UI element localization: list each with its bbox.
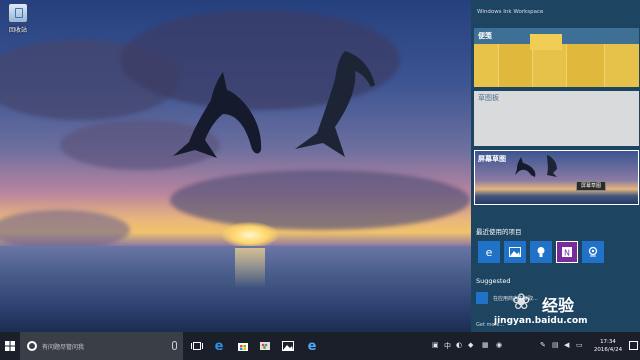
task-view-icon xyxy=(191,342,203,350)
recent-maps-tile[interactable] xyxy=(582,241,604,263)
screen-sketch-tooltip: 屏幕草图 xyxy=(576,181,606,191)
ink-workspace-icon[interactable]: ✎ xyxy=(540,341,546,349)
baidu-jingyan-watermark: ❀ 经验 jingyan.baidu.com xyxy=(486,288,640,332)
sticky-note xyxy=(566,44,604,87)
ink-workspace-title: Windows Ink Workspace xyxy=(477,9,544,15)
recycle-bin-label: 回收站 xyxy=(8,27,27,34)
taskbar-edge-button[interactable]: e xyxy=(210,337,228,355)
dolphin-right xyxy=(295,51,375,157)
wallpaper-cloud xyxy=(170,170,470,230)
input-indicator[interactable]: 中 xyxy=(444,341,451,351)
tips-icon xyxy=(537,247,545,257)
watermark-brand: 经验 xyxy=(542,296,575,315)
dolphin-left xyxy=(173,72,262,158)
wallpaper-cloud xyxy=(0,210,130,250)
sketchpad-label: 草图板 xyxy=(478,94,499,102)
sticky-notes-label: 便笺 xyxy=(478,32,492,40)
sun xyxy=(222,222,278,248)
taskbar-ie-button[interactable]: e xyxy=(303,337,321,355)
system-tray: ▣ 中 ◐ ◆ ▦ ◉ ✎ ▤ ◀ ▭ 17:34 2016/4/24 xyxy=(430,332,640,360)
onenote-icon: N xyxy=(562,247,572,258)
edge-icon: e xyxy=(485,245,493,259)
tray-icon[interactable]: ◉ xyxy=(496,341,502,349)
internet-explorer-icon: e xyxy=(307,338,317,354)
edge-icon: e xyxy=(214,338,224,354)
tray-icon[interactable]: ◐ xyxy=(456,341,462,349)
svg-text:N: N xyxy=(564,249,570,258)
taskbar-store-button[interactable] xyxy=(234,337,252,355)
maps-icon xyxy=(588,246,598,257)
keyboard-icon[interactable]: ▭ xyxy=(576,341,583,349)
action-center-icon[interactable] xyxy=(629,341,638,350)
sticky-note xyxy=(532,44,566,87)
task-view-button[interactable] xyxy=(188,337,206,355)
store-icon xyxy=(238,343,248,351)
sun-reflection xyxy=(235,248,265,288)
sticky-note xyxy=(498,44,532,87)
recent-photos-tile[interactable] xyxy=(504,241,526,263)
search-placeholder: 有问题尽管问我 xyxy=(42,344,85,351)
network-icon[interactable]: ▤ xyxy=(552,341,559,349)
recent-edge-tile[interactable]: e xyxy=(478,241,500,263)
photos-icon xyxy=(282,341,294,351)
screen-sketch-label: 屏幕草图 xyxy=(478,155,506,163)
sticky-note xyxy=(604,44,639,87)
recycle-bin-shortcut[interactable]: 回收站 xyxy=(4,4,32,34)
volume-icon[interactable]: ◀ xyxy=(564,341,569,349)
paint-icon xyxy=(260,342,270,350)
watermark-url: jingyan.baidu.com xyxy=(494,316,588,326)
start-button[interactable] xyxy=(0,332,20,360)
recent-onenote-tile[interactable]: N xyxy=(556,241,578,263)
tray-icon[interactable]: ◆ xyxy=(468,341,473,349)
clock[interactable]: 17:34 2016/4/24 xyxy=(590,338,626,354)
recent-tips-tile[interactable] xyxy=(530,241,552,263)
windows-logo-icon xyxy=(5,341,15,351)
tray-icon[interactable]: ▦ xyxy=(482,341,489,349)
microphone-icon[interactable] xyxy=(172,341,177,350)
cortana-icon xyxy=(27,341,37,351)
sticky-note-raised xyxy=(530,34,562,50)
clock-time: 17:34 xyxy=(600,339,616,345)
recent-heading: 最近使用的项目 xyxy=(476,228,522,236)
recycle-bin-icon xyxy=(9,4,27,22)
taskbar-photos-button[interactable] xyxy=(279,337,297,355)
suggested-heading: Suggested xyxy=(476,277,511,285)
clock-date: 2016/4/24 xyxy=(593,347,623,353)
photos-icon xyxy=(509,247,521,257)
tray-icon[interactable]: ▣ xyxy=(432,341,439,349)
search-box[interactable]: 有问题尽管问我 xyxy=(20,332,183,360)
paw-logo-icon: ❀ xyxy=(512,290,531,315)
screen-sketch-thumbnail xyxy=(515,155,557,177)
taskbar: 有问题尽管问我 e e ▣ 中 ◐ ◆ ▦ ◉ ✎ ▤ ◀ ▭ 17:34 20… xyxy=(0,332,640,360)
taskbar-app-button[interactable] xyxy=(256,337,274,355)
